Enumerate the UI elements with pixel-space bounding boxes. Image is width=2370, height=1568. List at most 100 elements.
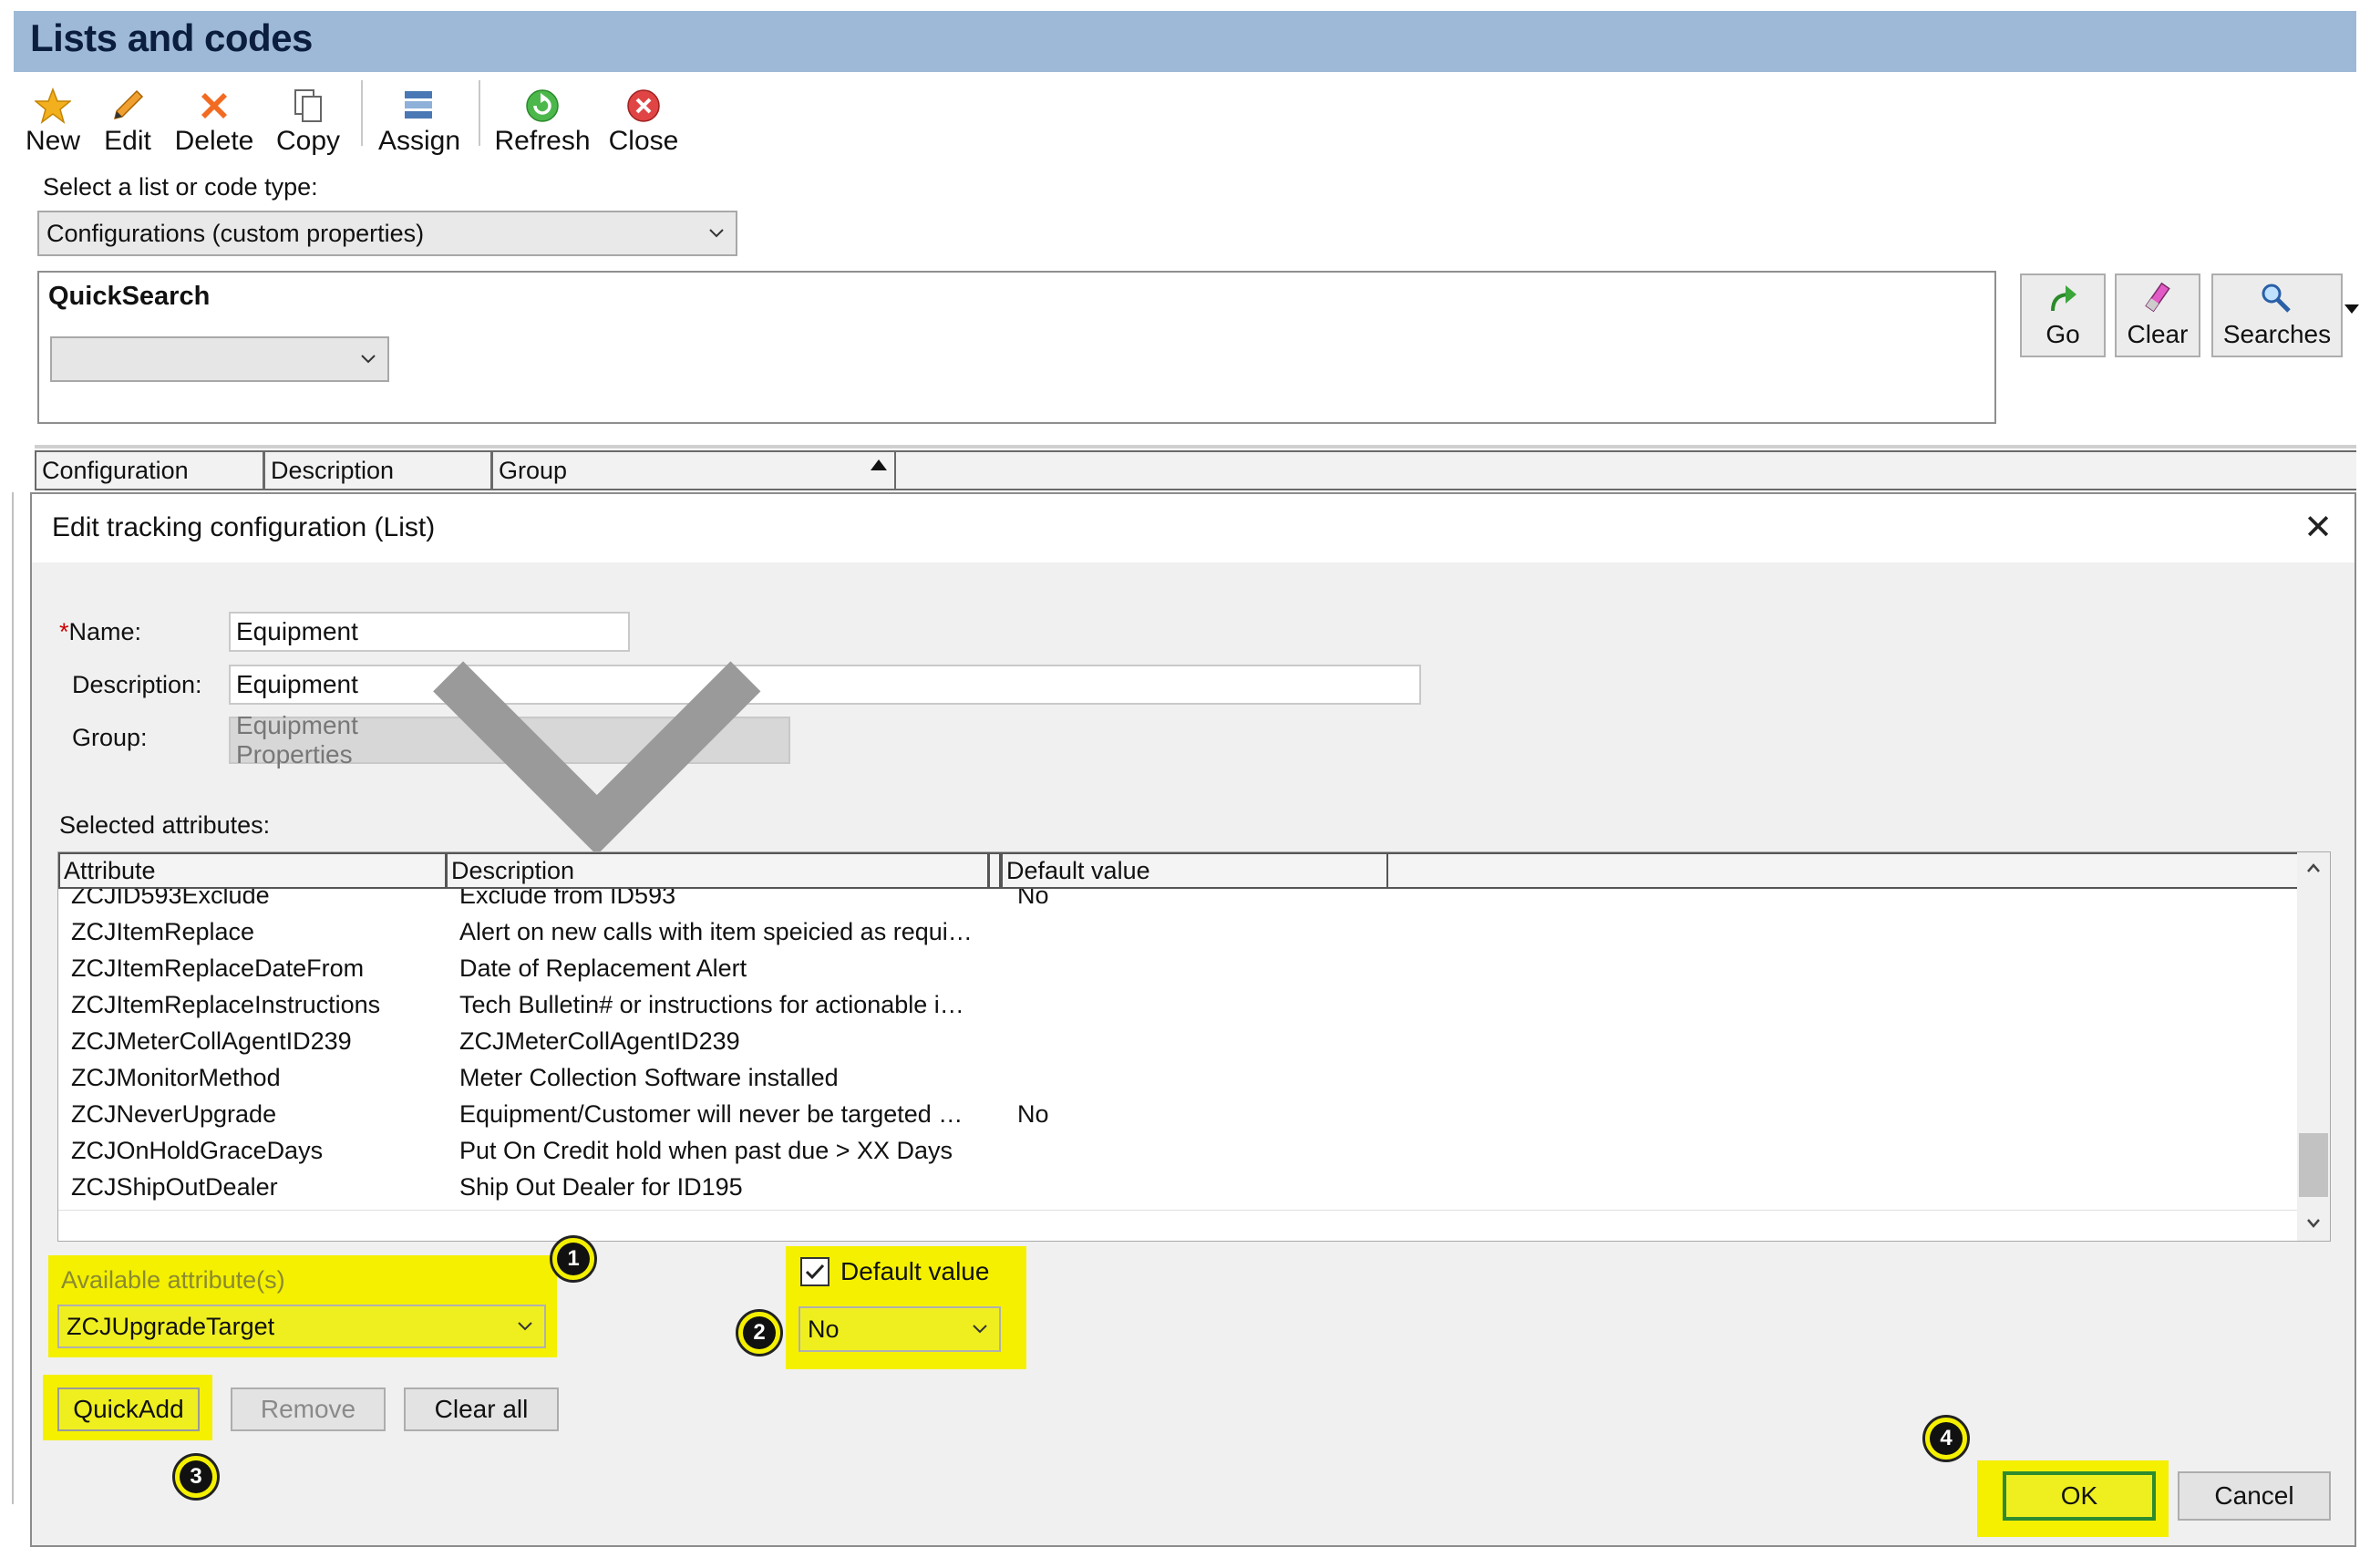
- searches-button[interactable]: Searches: [2211, 273, 2343, 357]
- scrollbar-thumb[interactable]: [2299, 1133, 2328, 1197]
- delete-button[interactable]: Delete: [171, 75, 257, 157]
- row-attribute: ZCJMeterCollAgentID239: [71, 1027, 352, 1055]
- clear-search-button[interactable]: Clear: [2115, 273, 2200, 357]
- toolbar-separator: [479, 80, 480, 146]
- table-row[interactable]: ZCJItemReplaceDateFrom Date of Replaceme…: [58, 951, 2292, 987]
- column-header-configuration[interactable]: Configuration: [35, 450, 263, 490]
- refresh-button[interactable]: Refresh: [492, 75, 592, 157]
- column-header-group[interactable]: Group: [491, 450, 896, 490]
- quicksearch-panel: QuickSearch: [37, 271, 1996, 424]
- magnifier-icon: [2259, 281, 2295, 317]
- default-value-label: Default value: [840, 1257, 990, 1285]
- checkmark-icon: [805, 1264, 825, 1280]
- scroll-up-icon[interactable]: [2306, 861, 2321, 874]
- ok-button[interactable]: OK: [2003, 1471, 2156, 1521]
- available-attributes-highlight: Available attribute(s) ZCJUpgradeTarget: [48, 1255, 557, 1357]
- row-description: ZCJMeterCollAgentID239: [459, 1027, 740, 1055]
- row-default: No: [1017, 889, 1049, 909]
- scroll-down-icon[interactable]: [2306, 1217, 2321, 1230]
- quicksearch-dropdown[interactable]: [50, 336, 389, 382]
- group-dropdown: Equipment Properties: [229, 661, 790, 856]
- edit-configuration-dialog: Edit tracking configuration (List) ✕ *Na…: [30, 492, 2356, 1547]
- row-attribute: ZCJItemReplaceDateFrom: [71, 954, 365, 982]
- callout-1-badge: 1: [550, 1235, 597, 1283]
- grid-header-attribute[interactable]: Attribute: [58, 852, 446, 889]
- row-description: Alert on new calls with item speicied as…: [459, 918, 973, 945]
- chevron-down-icon: [973, 1325, 987, 1334]
- dialog-close-icon[interactable]: ✕: [2303, 507, 2333, 548]
- row-description: Put On Credit hold when past due > XX Da…: [459, 1137, 953, 1164]
- name-label: *Name:: [59, 618, 142, 645]
- description-label: Description:: [72, 671, 202, 698]
- grid-header-default-value[interactable]: Default value: [1001, 852, 1388, 889]
- table-row[interactable]: ZCJShipOutDealer Ship Out Dealer for ID1…: [58, 1170, 2292, 1206]
- type-select-dropdown[interactable]: Configurations (custom properties): [37, 211, 737, 256]
- table-row[interactable]: ZCJItemReplaceInstructions Tech Bulletin…: [58, 987, 2292, 1024]
- table-row[interactable]: ZCJID593Exclude Exclude from ID593 No: [58, 889, 2292, 914]
- cancel-button[interactable]: Cancel: [2178, 1471, 2331, 1521]
- grid-body: ZCJID593Exclude Exclude from ID593 No ZC…: [58, 889, 2297, 1241]
- row-attribute: ZCJOnHoldGraceDays: [71, 1137, 324, 1164]
- row-attribute: ZCJItemReplaceInstructions: [71, 991, 381, 1018]
- chevron-down-icon: [709, 229, 724, 238]
- row-attribute: ZCJID593Exclude: [71, 889, 270, 909]
- table-row[interactable]: ZCJMonitorMethod Meter Collection Softwa…: [58, 1060, 2292, 1097]
- quickadd-button[interactable]: QuickAdd: [57, 1387, 200, 1431]
- pencil-icon: [109, 88, 146, 124]
- copy-button[interactable]: Copy: [272, 75, 345, 157]
- chevron-down-icon: [361, 355, 376, 364]
- quicksearch-title: QuickSearch: [48, 282, 211, 311]
- available-attributes-dropdown[interactable]: ZCJUpgradeTarget: [57, 1305, 546, 1348]
- close-button[interactable]: Close: [605, 75, 682, 157]
- table-row[interactable]: ZCJMeterCollAgentID239 ZCJMeterCollAgent…: [58, 1024, 2292, 1060]
- sort-ascending-icon: [871, 459, 887, 470]
- refresh-icon: [524, 88, 561, 124]
- grid-header-splitter[interactable]: [988, 852, 1001, 889]
- grid-vertical-scrollbar[interactable]: [2297, 852, 2330, 1241]
- grid-header-filler: [1388, 852, 2297, 889]
- row-attribute: ZCJNeverUpgrade: [71, 1100, 277, 1128]
- callout-2-badge: 2: [736, 1309, 783, 1357]
- row-description: Tech Bulletin# or instructions for actio…: [459, 991, 964, 1018]
- row-attribute: ZCJMonitorMethod: [71, 1064, 281, 1091]
- required-marker: *: [59, 618, 69, 645]
- table-row[interactable]: ZCJItemReplace Alert on new calls with i…: [58, 914, 2292, 951]
- row-description: Date of Replacement Alert: [459, 954, 747, 982]
- clear-all-button[interactable]: Clear all: [404, 1387, 559, 1431]
- table-row[interactable]: ZCJNeverUpgrade Equipment/Customer will …: [58, 1097, 2292, 1133]
- main-window: Lists and codes New Edit Delete Copy Ass…: [0, 0, 2370, 1568]
- edit-button[interactable]: Edit: [98, 75, 157, 157]
- list-divider: [35, 445, 2356, 449]
- row-description: Meter Collection Software installed: [459, 1064, 839, 1091]
- callout-4-badge: 4: [1922, 1415, 1970, 1462]
- eraser-icon: [2139, 281, 2176, 317]
- row-default: No: [1017, 1100, 1049, 1128]
- new-button[interactable]: New: [20, 75, 86, 157]
- row-attribute: ZCJItemReplace: [71, 918, 255, 945]
- go-button[interactable]: Go: [2020, 273, 2106, 357]
- column-header-description[interactable]: Description: [263, 450, 491, 490]
- dialog-header: Edit tracking configuration (List) ✕: [32, 494, 2355, 562]
- default-value-checkbox[interactable]: [800, 1257, 830, 1286]
- selected-attributes-grid[interactable]: Attribute Description Default value ZCJI…: [57, 851, 2331, 1242]
- default-value-dropdown[interactable]: No: [799, 1306, 1001, 1352]
- close-circle-icon: [625, 88, 662, 124]
- grid-row-divider: [58, 1210, 2297, 1211]
- title-bar: Lists and codes: [14, 11, 2356, 72]
- toolbar-separator: [361, 80, 363, 146]
- star-icon: [35, 88, 71, 124]
- group-label: Group:: [72, 724, 148, 751]
- type-select-label: Select a list or code type:: [43, 173, 318, 201]
- list-area-edge: [12, 492, 30, 1504]
- default-value-highlight: Default value No: [786, 1246, 1026, 1369]
- dialog-title: Edit tracking configuration (List): [52, 512, 436, 542]
- searches-dropdown-arrow-icon[interactable]: [2344, 304, 2359, 314]
- grid-header-description[interactable]: Description: [446, 852, 988, 889]
- table-row[interactable]: ZCJOnHoldGraceDays Put On Credit hold wh…: [58, 1133, 2292, 1170]
- row-description: Exclude from ID593: [459, 889, 676, 909]
- assign-button[interactable]: Assign: [374, 75, 465, 157]
- assign-icon: [401, 88, 438, 124]
- chevron-down-icon: [518, 1322, 532, 1331]
- remove-button: Remove: [231, 1387, 386, 1431]
- delete-x-icon: [196, 88, 232, 124]
